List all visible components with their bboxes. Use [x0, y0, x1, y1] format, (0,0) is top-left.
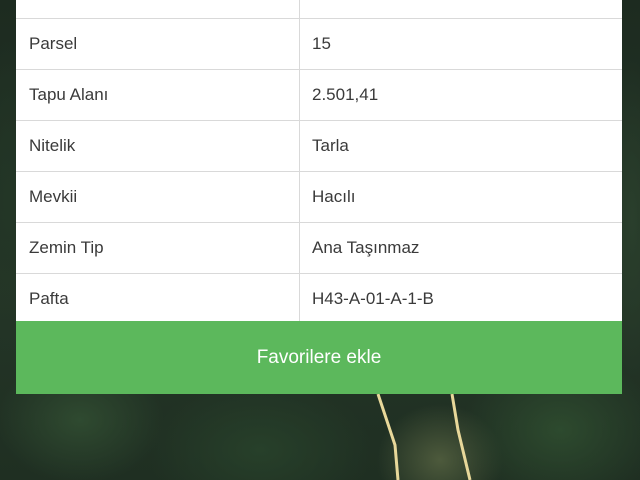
- row-label: Zemin Tip: [16, 223, 300, 273]
- row-value: Hacılı: [312, 187, 356, 206]
- parcel-info-table: Parsel 15 Tapu Alanı 2.501,41 Nitelik Ta…: [16, 0, 622, 325]
- row-value: H43-A-01-A-1-B: [312, 289, 434, 308]
- table-row: Tapu Alanı 2.501,41: [16, 70, 622, 121]
- row-label: Nitelik: [16, 121, 300, 171]
- row-value: [300, 0, 622, 18]
- row-value: Ana Taşınmaz: [312, 238, 420, 257]
- row-label: Parsel: [16, 19, 300, 69]
- row-label: Mevkii: [16, 172, 300, 222]
- row-label: Tapu Alanı: [16, 70, 300, 120]
- table-row: Parsel 15: [16, 19, 622, 70]
- table-row: Nitelik Tarla: [16, 121, 622, 172]
- row-value: 15: [312, 34, 331, 53]
- row-value: 2.501,41: [312, 85, 379, 104]
- row-label: Pafta: [16, 274, 300, 324]
- add-to-favorites-button[interactable]: Favorilere ekle: [16, 321, 622, 394]
- table-row: Zemin Tip Ana Taşınmaz: [16, 223, 622, 274]
- row-value: Tarla: [312, 136, 349, 155]
- row-label: [16, 0, 300, 18]
- table-row: Pafta H43-A-01-A-1-B: [16, 274, 622, 325]
- table-row: [16, 0, 622, 19]
- table-row: Mevkii Hacılı: [16, 172, 622, 223]
